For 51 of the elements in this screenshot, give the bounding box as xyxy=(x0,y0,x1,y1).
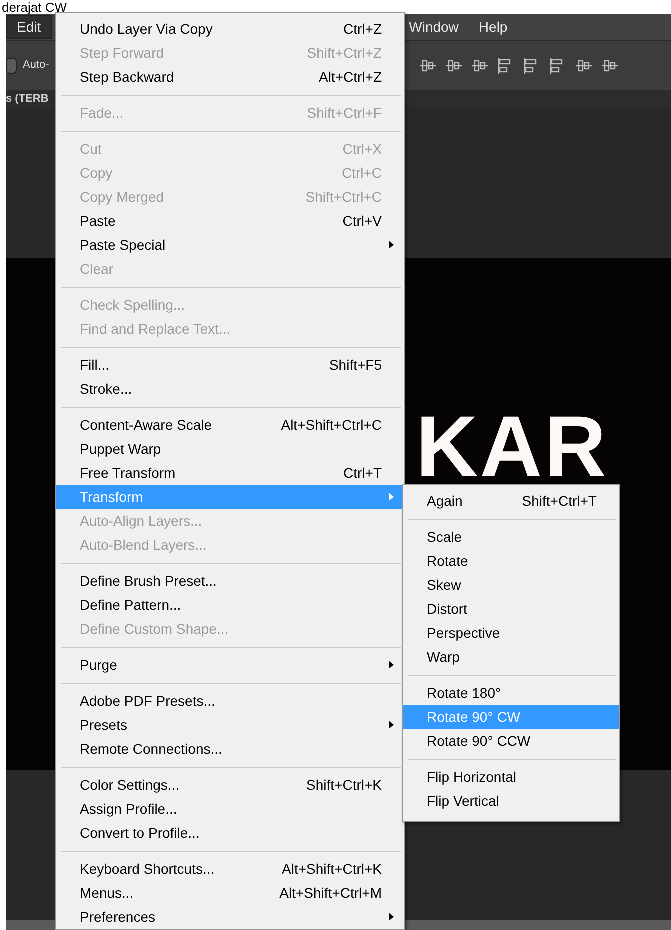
menu-item[interactable]: Convert to Profile... xyxy=(56,821,404,845)
menu-item[interactable]: Distort xyxy=(403,597,619,621)
menu-item[interactable]: Presets xyxy=(56,713,404,737)
shortcut-label: Ctrl+C xyxy=(342,164,382,182)
menu-item[interactable]: Puppet Warp xyxy=(56,437,404,461)
menu-item[interactable]: Stroke... xyxy=(56,377,404,401)
document-tab[interactable]: s (TERB xyxy=(6,90,49,108)
menu-bar-item[interactable]: Help xyxy=(468,15,518,39)
menu-item[interactable]: Perspective xyxy=(403,621,619,645)
menu-item[interactable]: Preferences xyxy=(56,905,404,929)
menu-item[interactable]: Purge xyxy=(56,653,404,677)
menu-item[interactable]: Content-Aware Scale Alt+Shift+Ctrl+C xyxy=(56,413,404,437)
menu-item[interactable]: Step Backward Alt+Ctrl+Z xyxy=(56,65,404,89)
shortcut-label: Shift+Ctrl+K xyxy=(306,776,382,794)
menu-item[interactable]: Flip Vertical xyxy=(403,789,619,813)
menu-item[interactable]: Rotate 90° CCW xyxy=(403,729,619,753)
menu-item[interactable]: Define Pattern... xyxy=(56,593,404,617)
menu-item[interactable]: Keyboard Shortcuts... Alt+Shift+Ctrl+K xyxy=(56,857,404,881)
menu-item[interactable]: Define Brush Preset... xyxy=(56,569,404,593)
menu-item[interactable]: Skew xyxy=(403,573,619,597)
checkbox[interactable] xyxy=(6,58,17,74)
menu-item[interactable]: Assign Profile... xyxy=(56,797,404,821)
menu-bar-item[interactable]: Edit xyxy=(6,15,52,39)
shortcut-label: Alt+Shift+Ctrl+K xyxy=(282,860,382,878)
menu-item[interactable]: Fill... Shift+F5 xyxy=(56,353,404,377)
menu-item[interactable]: Free Transform Ctrl+T xyxy=(56,461,404,485)
shortcut-label: Ctrl+Z xyxy=(344,20,382,38)
menu-item[interactable]: Warp xyxy=(403,645,619,669)
shortcut-label: Ctrl+V xyxy=(342,212,382,230)
menu-item[interactable]: Undo Layer Via Copy Ctrl+Z xyxy=(56,17,404,41)
menu-item[interactable]: Adobe PDF Presets... xyxy=(56,689,404,713)
menu-item[interactable]: Remote Connections... xyxy=(56,737,404,761)
shortcut-label: Ctrl+T xyxy=(344,464,382,482)
shortcut-label: Shift+Ctrl+Z xyxy=(307,44,382,62)
menu-item[interactable]: Flip Horizontal xyxy=(403,765,619,789)
caption-text: derajat CW xyxy=(2,1,68,14)
menu-item[interactable]: Color Settings... Shift+Ctrl+K xyxy=(56,773,404,797)
checkbox-label: Auto- xyxy=(23,58,50,74)
shortcut-label: Shift+Ctrl+C xyxy=(306,188,382,206)
shortcut-label: Ctrl+X xyxy=(342,140,382,158)
menu-item[interactable]: Paste Ctrl+V xyxy=(56,209,404,233)
menu-item[interactable]: Rotate xyxy=(403,549,619,573)
shortcut-label: Alt+Shift+Ctrl+M xyxy=(280,884,382,902)
shortcut-label: Shift+Ctrl+F xyxy=(307,104,382,122)
menu-item[interactable]: Rotate 180° xyxy=(403,681,619,705)
menu-item[interactable]: Scale xyxy=(403,525,619,549)
shortcut-label: Shift+F5 xyxy=(329,356,382,374)
shortcut-label: Alt+Ctrl+Z xyxy=(318,68,382,86)
menu-item[interactable]: Menus... Alt+Shift+Ctrl+M xyxy=(56,881,404,905)
menu-item[interactable]: Paste Special xyxy=(56,233,404,257)
shortcut-label: Alt+Shift+Ctrl+C xyxy=(281,416,382,434)
